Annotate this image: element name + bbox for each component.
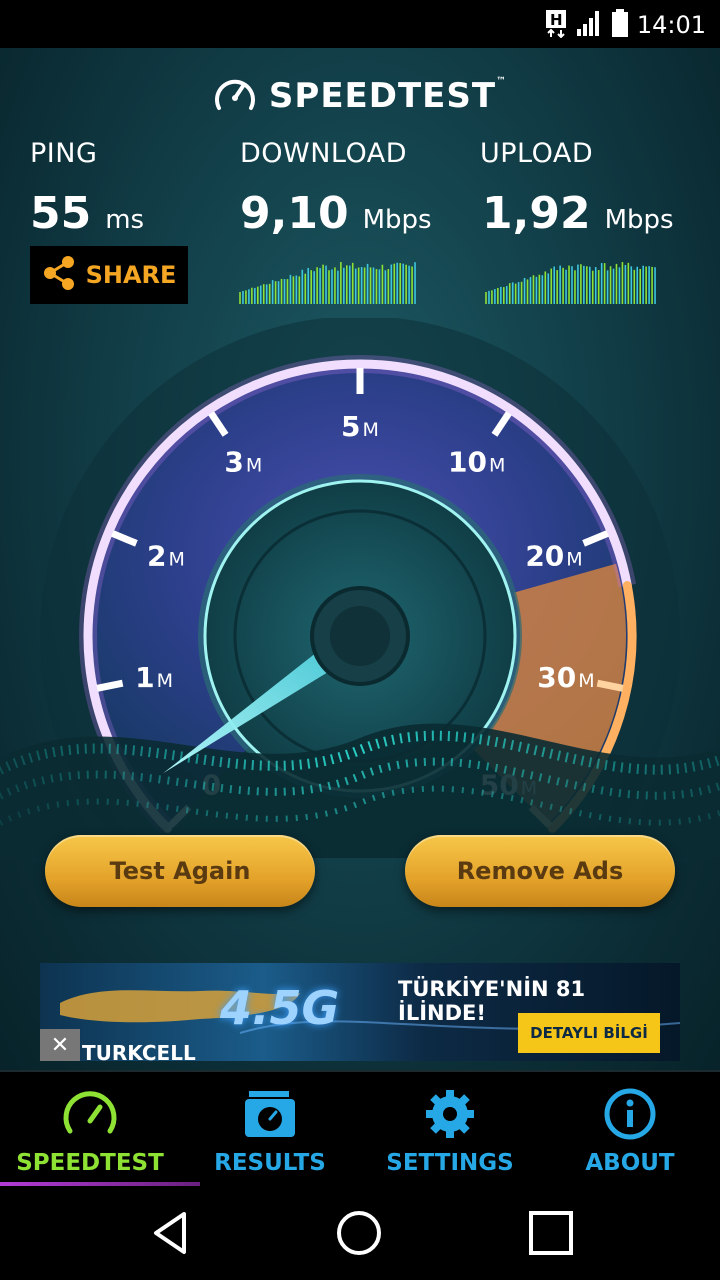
speed-gauge: 01M2M3M5M10M20M30M50M (0, 316, 720, 956)
brand-name-text: SPEEDTEST (268, 76, 497, 116)
recents-icon[interactable] (526, 1208, 576, 1258)
upload-unit: Mbps (604, 205, 674, 235)
gauge-tick (596, 679, 624, 692)
trademark: ™ (496, 76, 508, 87)
download-value-group: 9,10 Mbps (240, 188, 432, 239)
nav-results[interactable]: RESULTS (180, 1072, 360, 1188)
nav-settings[interactable]: SETTINGS (360, 1072, 540, 1188)
upload-value-group: 1,92 Mbps (482, 188, 674, 239)
results-folder-icon (241, 1086, 299, 1142)
needle-hub-center (330, 606, 390, 666)
bottom-nav: SPEEDTEST RESULTS SETTINGS ABOUT (0, 1070, 720, 1186)
ad-product: 4.5G (220, 981, 340, 1035)
gear-icon (424, 1086, 476, 1142)
download-sparkline (239, 262, 416, 304)
ping-value-group: 55 ms (30, 188, 144, 239)
h-plus-data-icon: H (545, 8, 567, 42)
brand-name: SPEEDTEST™ (269, 76, 507, 116)
share-label: SHARE (85, 261, 177, 289)
share-icon (42, 255, 76, 295)
test-again-button[interactable]: Test Again (45, 835, 315, 907)
ad-cta-button[interactable]: DETAYLI BİLGİ (518, 1013, 660, 1053)
nav-settings-label: SETTINGS (386, 1150, 514, 1176)
ping-label: PING (30, 138, 98, 169)
gauge-icon (62, 1086, 118, 1142)
ad-brand: TURKCELL (82, 1041, 196, 1061)
nav-results-label: RESULTS (214, 1150, 326, 1176)
signal-icon (575, 9, 603, 41)
nav-about[interactable]: ABOUT (540, 1072, 720, 1188)
ping-value: 55 (30, 188, 92, 239)
back-icon[interactable] (146, 1208, 196, 1258)
upload-label: UPLOAD (480, 138, 594, 169)
share-button[interactable]: SHARE (30, 246, 188, 304)
upload-sparkline (485, 262, 656, 304)
download-value: 9,10 (240, 188, 349, 239)
speedtest-screen: SPEEDTEST™ PING 55 ms DOWNLOAD 9,10 Mbps U… (0, 48, 720, 1070)
download-unit: Mbps (362, 205, 432, 235)
status-time: 14:01 (636, 11, 706, 39)
gauge-tick (96, 679, 124, 692)
test-again-label: Test Again (109, 857, 251, 885)
nav-speedtest[interactable]: SPEEDTEST (0, 1072, 180, 1188)
system-nav-bar (0, 1186, 720, 1280)
nav-speedtest-label: SPEEDTEST (16, 1150, 164, 1176)
battery-icon (611, 8, 629, 42)
upload-value: 1,92 (482, 188, 591, 239)
status-bar: H 14:01 (0, 0, 720, 48)
nav-about-label: ABOUT (585, 1150, 675, 1176)
speedometer-logo-icon (213, 74, 257, 118)
ping-unit: ms (105, 205, 145, 235)
gauge-svg: 01M2M3M5M10M20M30M50M (0, 316, 720, 956)
info-icon (603, 1086, 657, 1142)
remove-ads-label: Remove Ads (456, 857, 624, 885)
ad-banner[interactable]: 4.5G TÜRKİYE'NİN 81 İLİNDE! DETAYLI BİLG… (40, 963, 680, 1061)
app-brand: SPEEDTEST™ (0, 74, 720, 118)
home-icon[interactable] (334, 1208, 384, 1258)
download-label: DOWNLOAD (240, 138, 408, 169)
svg-text:H: H (550, 11, 563, 29)
remove-ads-button[interactable]: Remove Ads (405, 835, 675, 907)
ad-close-icon[interactable]: ✕ (40, 1029, 80, 1061)
